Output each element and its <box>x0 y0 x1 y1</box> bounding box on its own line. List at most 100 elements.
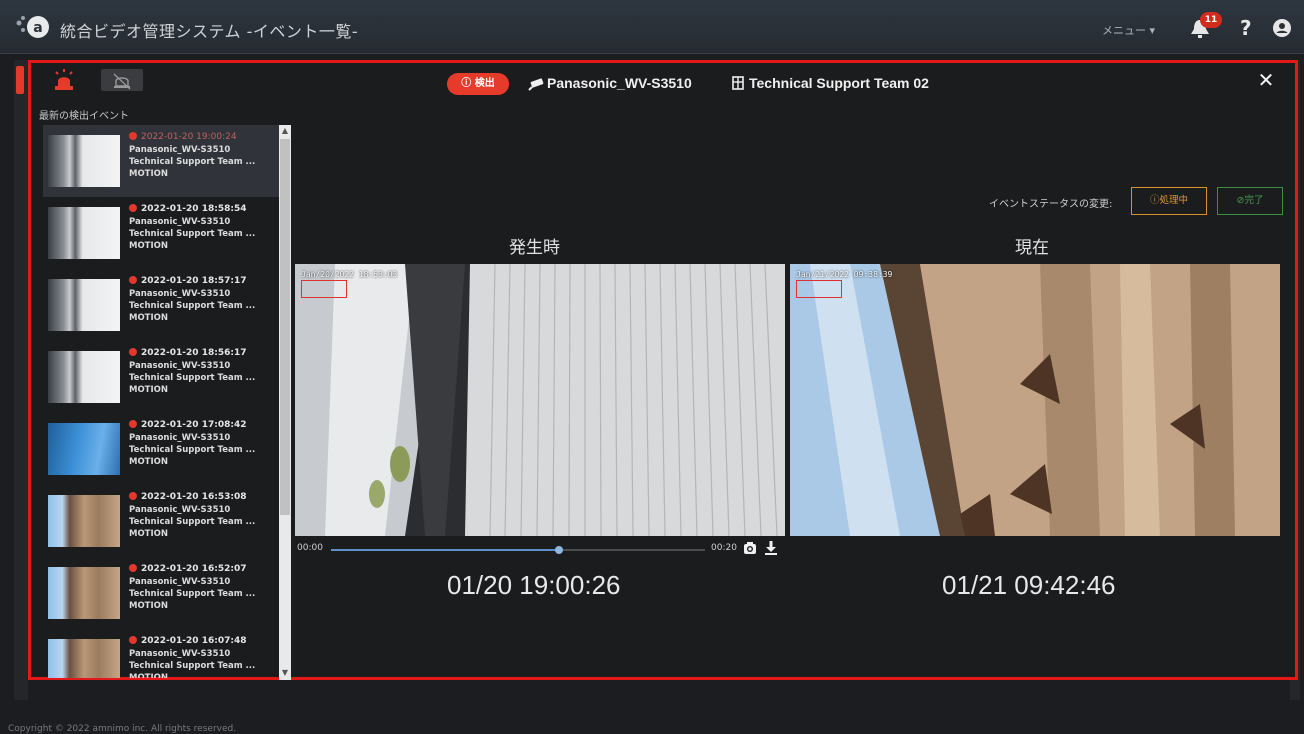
occurrence-timestamp: 01/20 19:00:26 <box>447 570 621 600</box>
event-type: MOTION <box>129 457 168 467</box>
timeline-handle[interactable] <box>555 546 564 554</box>
event-list-scrollbar[interactable]: ▲ ▼ <box>279 125 291 680</box>
event-camera: Panasonic_WV-S3510 <box>129 289 231 299</box>
detect-status-badge: ⓘ 検出 <box>447 73 509 95</box>
event-thumbnail <box>48 351 120 403</box>
event-type: MOTION <box>129 529 168 539</box>
event-type: MOTION <box>129 169 168 179</box>
event-type: MOTION <box>129 385 168 395</box>
event-thumbnail <box>48 207 120 259</box>
event-type: MOTION <box>129 313 168 323</box>
event-list-item[interactable]: 2022-01-20 18:58:54 Panasonic_WV-S3510 T… <box>43 197 279 269</box>
user-icon[interactable] <box>1272 18 1292 38</box>
top-bar: a 統合ビデオ管理システム -イベント一覧- メニュー ▾ 11 ? <box>0 0 1304 54</box>
event-type: MOTION <box>129 241 168 251</box>
event-time: 2022-01-20 18:56:17 <box>129 348 246 358</box>
event-team: Technical Support Team ... <box>129 517 256 527</box>
event-list-item[interactable]: 2022-01-20 16:52:07 Panasonic_WV-S3510 T… <box>43 557 279 629</box>
timeline-end: 00:20 <box>711 543 737 553</box>
event-time: 2022-01-20 16:53:08 <box>129 492 246 502</box>
current-osd-box <box>796 280 842 298</box>
event-alert-icon <box>129 564 137 572</box>
event-list-title: 最新の検出イベント <box>39 111 129 122</box>
scroll-up-icon[interactable]: ▲ <box>281 127 289 135</box>
event-alert-icon <box>129 492 137 500</box>
camera-icon <box>528 78 544 91</box>
event-list-item[interactable]: 2022-01-20 16:53:08 Panasonic_WV-S3510 T… <box>43 485 279 557</box>
download-icon[interactable] <box>765 541 777 555</box>
snapshot-icon[interactable] <box>743 541 757 555</box>
event-camera: Panasonic_WV-S3510 <box>129 361 231 371</box>
event-camera: Panasonic_WV-S3510 <box>129 217 231 227</box>
notification-badge: 11 <box>1200 12 1222 28</box>
copyright-text: Copyright © 2022 amnimo inc. All rights … <box>8 724 237 734</box>
event-team: Technical Support Team ... <box>129 301 256 311</box>
team-name: Technical Support Team 02 <box>749 75 929 91</box>
event-camera: Panasonic_WV-S3510 <box>129 577 231 587</box>
event-time: 2022-01-20 18:58:54 <box>129 204 246 214</box>
alarm-on-icon[interactable] <box>53 69 75 91</box>
event-list: 2022-01-20 19:00:24 Panasonic_WV-S3510 T… <box>43 125 291 678</box>
svg-text:a: a <box>33 20 42 36</box>
event-list-item[interactable]: 2022-01-20 18:56:17 Panasonic_WV-S3510 T… <box>43 341 279 413</box>
processing-button[interactable]: ⓘ処理中 <box>1131 187 1207 215</box>
app-title: 統合ビデオ管理システム -イベント一覧- <box>60 22 359 41</box>
event-thumbnail <box>48 639 120 678</box>
help-icon[interactable]: ? <box>1240 16 1252 40</box>
event-team: Technical Support Team ... <box>129 157 256 167</box>
event-alert-icon <box>129 204 137 212</box>
event-alert-icon <box>129 132 137 140</box>
occurrence-video[interactable]: Jan/20/2022 18:53:03 <box>295 264 785 536</box>
alarm-off-button[interactable] <box>101 69 143 91</box>
current-label: 現在 <box>1015 238 1049 258</box>
status-change-label: イベントステータスの変更: <box>989 199 1113 210</box>
occurrence-osd-timestamp: Jan/20/2022 18:53:03 <box>301 270 398 279</box>
event-team: Technical Support Team ... <box>129 445 256 455</box>
event-list-item[interactable]: 2022-01-20 17:08:42 Panasonic_WV-S3510 T… <box>43 413 279 485</box>
event-alert-icon <box>129 348 137 356</box>
occurrence-label: 発生時 <box>509 238 560 258</box>
event-detail-modal: 最新の検出イベント 2022-01-20 19:00:24 Panasonic_… <box>28 60 1298 680</box>
event-thumbnail <box>48 135 120 187</box>
event-alert-icon <box>129 636 137 644</box>
event-list-item[interactable]: 2022-01-20 16:07:48 Panasonic_WV-S3510 T… <box>43 629 279 678</box>
current-timestamp: 01/21 09:42:46 <box>942 570 1116 600</box>
event-time: 2022-01-20 16:52:07 <box>129 564 246 574</box>
event-alert-icon <box>129 420 137 428</box>
event-team: Technical Support Team ... <box>129 589 256 599</box>
event-type: MOTION <box>129 601 168 611</box>
occurrence-video-frame <box>295 264 785 536</box>
occurrence-osd-box <box>301 280 347 298</box>
event-type: MOTION <box>129 673 168 678</box>
event-thumbnail <box>48 423 120 475</box>
playback-timeline: 00:00 00:20 <box>295 539 785 559</box>
event-team: Technical Support Team ... <box>129 661 256 671</box>
event-thumbnail <box>48 495 120 547</box>
scrollbar-thumb[interactable] <box>280 139 290 515</box>
event-list-item[interactable]: 2022-01-20 19:00:24 Panasonic_WV-S3510 T… <box>43 125 279 197</box>
event-thumbnail <box>48 567 120 619</box>
app-logo-icon: a <box>16 16 49 38</box>
timeline-start: 00:00 <box>297 543 323 553</box>
done-button[interactable]: ⊘完了 <box>1217 187 1283 215</box>
event-camera: Panasonic_WV-S3510 <box>129 505 231 515</box>
event-camera: Panasonic_WV-S3510 <box>129 649 231 659</box>
current-video[interactable]: Jan/21/2022 09:38:39 <box>790 264 1280 536</box>
event-camera: Panasonic_WV-S3510 <box>129 433 231 443</box>
alarm-off-icon <box>113 73 131 90</box>
timeline-track[interactable] <box>331 546 705 554</box>
event-list-item[interactable]: 2022-01-20 18:57:17 Panasonic_WV-S3510 T… <box>43 269 279 341</box>
event-camera: Panasonic_WV-S3510 <box>129 145 231 155</box>
camera-name: Panasonic_WV-S3510 <box>547 75 692 91</box>
event-time: 2022-01-20 18:57:17 <box>129 276 246 286</box>
team-icon <box>732 76 744 90</box>
menu-dropdown[interactable]: メニュー ▾ <box>1102 22 1155 38</box>
event-thumbnail <box>48 279 120 331</box>
event-team: Technical Support Team ... <box>129 373 256 383</box>
event-time: 2022-01-20 17:08:42 <box>129 420 246 430</box>
scroll-down-icon[interactable]: ▼ <box>281 669 289 677</box>
event-time: 2022-01-20 19:00:24 <box>129 132 237 142</box>
close-icon[interactable]: ✕ <box>1255 69 1277 91</box>
timeline-progress <box>331 549 560 551</box>
current-video-frame <box>790 264 1280 536</box>
